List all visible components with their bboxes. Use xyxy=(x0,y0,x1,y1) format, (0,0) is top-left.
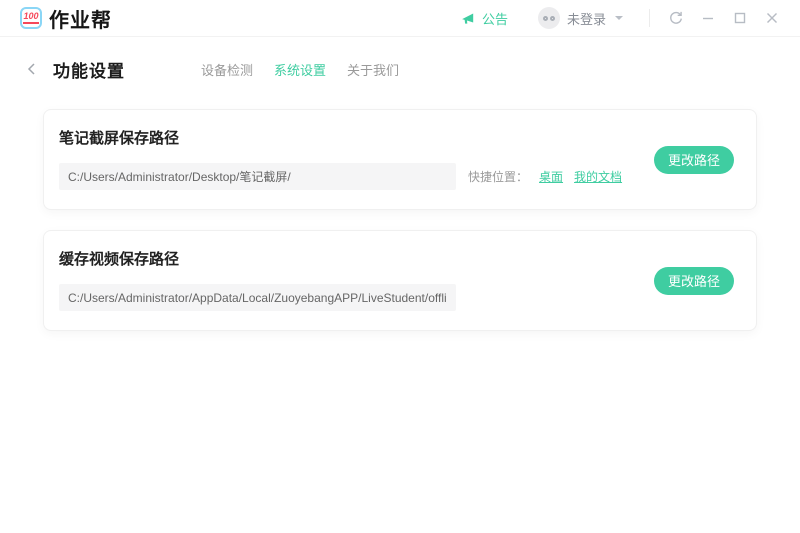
settings-tabs: 设备检测 系统设置 关于我们 xyxy=(201,56,399,83)
maximize-button[interactable] xyxy=(724,4,756,32)
page-title: 功能设置 xyxy=(53,57,125,82)
header-divider xyxy=(649,9,650,27)
card-title: 笔记截屏保存路径 xyxy=(59,127,736,148)
page-titlebar: 功能设置 设备检测 系统设置 关于我们 xyxy=(22,56,800,82)
logo-100-icon: 100 xyxy=(20,7,42,29)
tab-device-check[interactable]: 设备检测 xyxy=(201,56,253,83)
change-path-button[interactable]: 更改路径 xyxy=(654,146,734,174)
back-button[interactable] xyxy=(22,59,42,79)
path-row: 快捷位置： 桌面 我的文档 xyxy=(59,163,736,190)
logo-text: 作业帮 xyxy=(49,4,112,33)
close-icon xyxy=(764,10,780,26)
announcement-button[interactable]: 公告 xyxy=(461,9,508,28)
cached-video-path-input[interactable] xyxy=(59,284,456,311)
card-title: 缓存视频保存路径 xyxy=(59,248,736,269)
cached-video-path-card: 缓存视频保存路径 更改路径 xyxy=(43,230,757,331)
app-header: 100 作业帮 公告 未登录 xyxy=(0,0,800,37)
login-status-label: 未登录 xyxy=(567,9,606,28)
tab-system-settings[interactable]: 系统设置 xyxy=(274,56,326,83)
app-logo: 100 作业帮 xyxy=(20,4,112,33)
avatar xyxy=(538,7,560,29)
note-screenshot-path-input[interactable] xyxy=(59,163,456,190)
note-screenshot-path-card: 笔记截屏保存路径 快捷位置： 桌面 我的文档 更改路径 xyxy=(43,109,757,210)
logo-badge-text: 100 xyxy=(23,12,38,24)
quick-locations: 快捷位置： 桌面 我的文档 xyxy=(468,168,622,185)
user-login-menu[interactable]: 未登录 xyxy=(538,7,623,29)
tab-about-us[interactable]: 关于我们 xyxy=(347,56,399,83)
change-path-button[interactable]: 更改路径 xyxy=(654,267,734,295)
refresh-button[interactable] xyxy=(660,4,692,32)
quick-locations-label: 快捷位置： xyxy=(468,168,528,185)
minimize-icon xyxy=(700,10,716,26)
announcement-label: 公告 xyxy=(482,9,508,28)
chevron-down-icon xyxy=(615,16,623,20)
megaphone-icon xyxy=(461,11,476,26)
refresh-icon xyxy=(668,10,684,26)
quick-link-my-documents[interactable]: 我的文档 xyxy=(574,168,622,185)
close-button[interactable] xyxy=(756,4,788,32)
minimize-button[interactable] xyxy=(692,4,724,32)
settings-cards: 笔记截屏保存路径 快捷位置： 桌面 我的文档 更改路径 缓存视频保存路径 更改路… xyxy=(0,109,800,331)
chevron-left-icon xyxy=(25,61,39,77)
quick-link-desktop[interactable]: 桌面 xyxy=(539,168,563,185)
maximize-icon xyxy=(732,10,748,26)
path-row xyxy=(59,284,736,311)
